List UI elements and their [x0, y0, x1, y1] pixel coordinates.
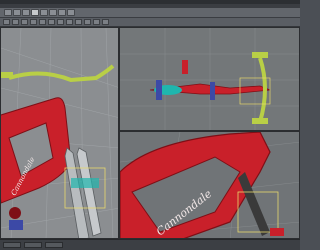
tool-button-4[interactable] — [30, 19, 37, 25]
status-bar — [0, 239, 300, 250]
tool-shelf — [0, 18, 300, 27]
tool-button-6[interactable] — [48, 19, 55, 25]
status-segment-1[interactable] — [3, 242, 21, 248]
viewport-perspective[interactable]: Cannondale — [119, 131, 300, 239]
tool-button-3[interactable] — [21, 19, 28, 25]
pedal — [9, 220, 23, 230]
grip-top-right — [252, 118, 268, 124]
tab-6[interactable] — [49, 9, 57, 16]
top-grid — [120, 28, 299, 130]
tool-button-9[interactable] — [75, 19, 82, 25]
tool-button-7[interactable] — [57, 19, 64, 25]
viewport-top[interactable] — [119, 27, 300, 131]
fork-crown — [71, 178, 99, 188]
command-tab-bar — [0, 8, 300, 18]
crank-top — [156, 80, 162, 100]
crank — [9, 207, 21, 219]
part-marker — [270, 228, 284, 236]
tab-1[interactable] — [4, 9, 12, 16]
perspective-render: Cannondale — [120, 132, 299, 238]
tool-button-8[interactable] — [66, 19, 73, 25]
tab-3[interactable] — [22, 9, 30, 16]
tab-2[interactable] — [13, 9, 21, 16]
tab-8[interactable] — [67, 9, 75, 16]
tool-button-12[interactable] — [102, 19, 109, 25]
seat-post-top — [182, 60, 188, 74]
tool-button-2[interactable] — [12, 19, 19, 25]
tool-button-11[interactable] — [93, 19, 100, 25]
grip — [1, 72, 13, 78]
3d-modeling-app: Cannondale Cannondale — [0, 0, 300, 250]
tool-button-1[interactable] — [3, 19, 10, 25]
status-segment-3[interactable] — [45, 242, 63, 248]
tab-7[interactable] — [58, 9, 66, 16]
fork-top — [210, 82, 215, 100]
grip-top-left — [252, 52, 268, 58]
tab-4[interactable] — [31, 9, 39, 16]
side-view-render: Cannondale — [1, 28, 118, 238]
tool-button-10[interactable] — [84, 19, 91, 25]
top-view-render — [120, 28, 299, 130]
status-segment-2[interactable] — [24, 242, 42, 248]
tab-5[interactable] — [40, 9, 48, 16]
viewport-side[interactable]: Cannondale — [0, 27, 119, 239]
tool-button-5[interactable] — [39, 19, 46, 25]
